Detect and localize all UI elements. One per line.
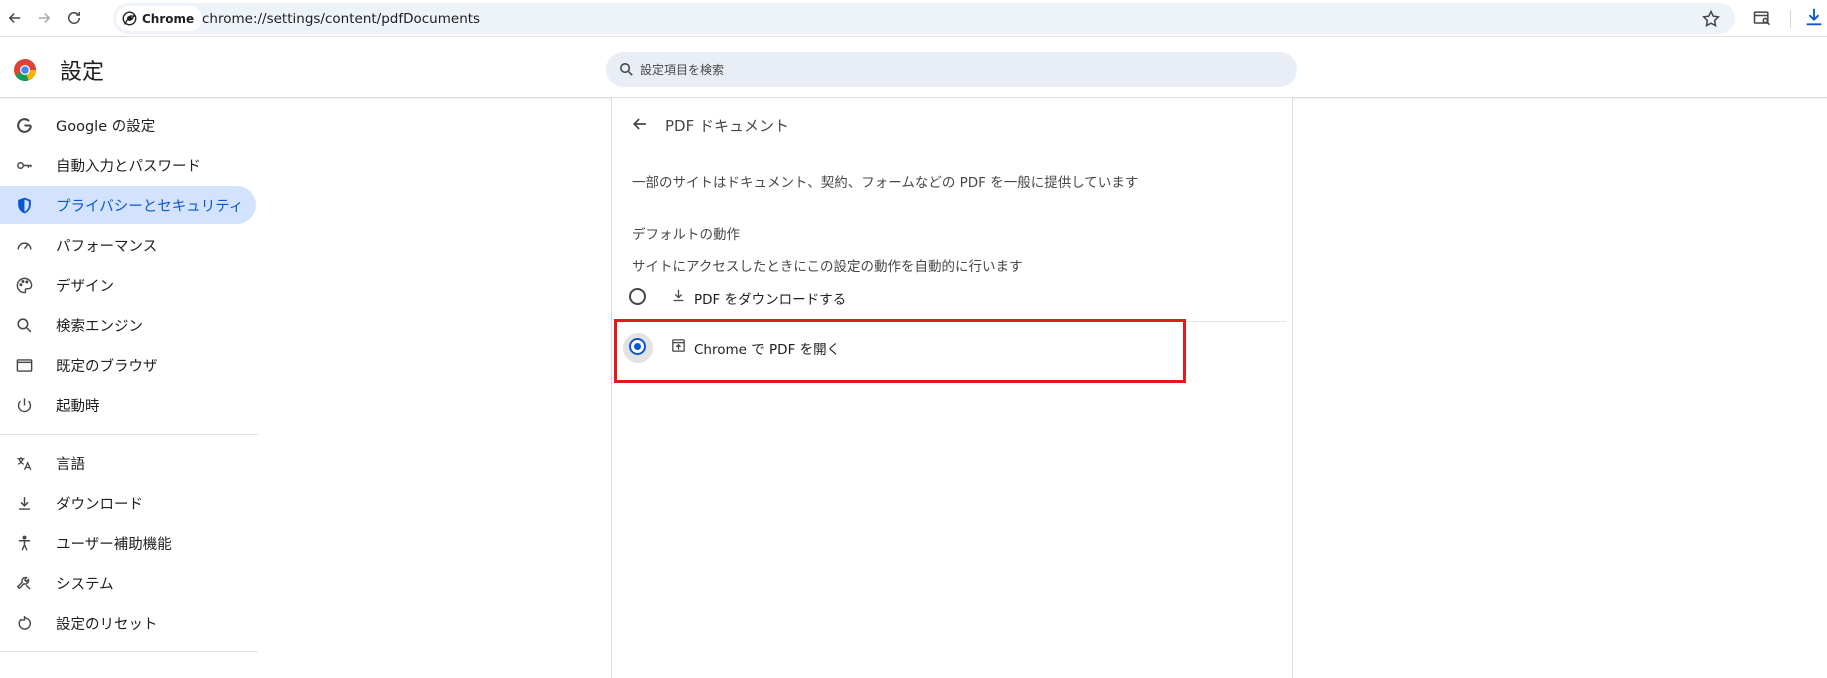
description-text: 一部のサイトはドキュメント、契約、フォームなどの PDF を一般に提供しています [632, 175, 1139, 191]
browser-toolbar: Chrome chrome://settings/content/pdfDocu… [0, 0, 1827, 37]
sidebar-item-accessibility[interactable]: ユーザー補助機能 [0, 524, 256, 562]
address-bar[interactable]: Chrome chrome://settings/content/pdfDocu… [113, 3, 1735, 34]
sidebar-item-label: 起動時 [56, 398, 100, 415]
shield-icon [15, 196, 34, 215]
sidebar-item-label: システム [56, 576, 114, 593]
option-label: PDF をダウンロードする [694, 292, 847, 308]
accessibility-icon [15, 534, 34, 553]
sidebar-item-label: 検索エンジン [56, 318, 143, 335]
sidebar-item-reset[interactable]: 設定のリセット [0, 604, 256, 642]
sidebar-item-label: ダウンロード [56, 496, 143, 513]
sidebar-item-label: 自動入力とパスワード [56, 158, 201, 175]
page-title: 設定 [60, 60, 105, 85]
key-icon [15, 156, 34, 175]
search-icon [620, 63, 633, 76]
sidebar-item-label: ユーザー補助機能 [56, 536, 172, 553]
url-text[interactable]: chrome://settings/content/pdfDocuments [202, 11, 480, 27]
reset-icon [15, 614, 34, 633]
option-download-pdf[interactable]: PDF をダウンロードする [612, 273, 1272, 321]
reload-icon[interactable] [63, 6, 85, 30]
speedometer-icon [15, 236, 34, 255]
settings-header: 設定 [0, 38, 1827, 98]
site-chip[interactable]: Chrome [116, 6, 203, 31]
download-icon [15, 494, 34, 513]
tab-search-icon[interactable] [1752, 8, 1772, 28]
sidebar-divider [0, 434, 258, 435]
chrome-logo-icon [14, 59, 36, 81]
sidebar-divider [0, 651, 258, 652]
sidebar-item-appearance[interactable]: デザイン [0, 266, 256, 304]
sidebar-item-label: Google の設定 [56, 118, 156, 135]
option-label: Chrome で PDF を開く [694, 342, 841, 358]
translate-icon [15, 454, 34, 473]
google-icon [15, 116, 34, 135]
sidebar-item-label: 既定のブラウザ [56, 358, 158, 375]
sidebar-item-languages[interactable]: 言語 [0, 444, 256, 482]
option-divider [630, 321, 1286, 322]
sidebar-item-label: デザイン [56, 278, 114, 295]
sidebar-item-performance[interactable]: パフォーマンス [0, 226, 256, 264]
search-input[interactable] [640, 52, 1280, 87]
sidebar-item-search-engine[interactable]: 検索エンジン [0, 306, 256, 344]
power-icon [15, 396, 34, 415]
back-arrow-icon[interactable] [4, 6, 26, 30]
palette-icon [15, 276, 34, 295]
pdf-documents-card: PDF ドキュメント 一部のサイトはドキュメント、契約、フォームなどの PDF … [611, 98, 1293, 678]
sidebar-item-label: パフォーマンス [56, 238, 158, 255]
sidebar-item-privacy[interactable]: プライバシーとセキュリティ [0, 186, 256, 224]
sidebar-item-system[interactable]: システム [0, 564, 256, 602]
wrench-icon [15, 574, 34, 593]
section-subtitle: サイトにアクセスしたときにこの設定の動作を自動的に行います [632, 259, 1023, 275]
chrome-icon [122, 11, 137, 26]
sidebar-item-default-browser[interactable]: 既定のブラウザ [0, 346, 256, 384]
sidebar-item-downloads[interactable]: ダウンロード [0, 484, 256, 522]
option-open-in-chrome[interactable]: Chrome で PDF を開く [612, 323, 1272, 371]
sidebar-item-label: 設定のリセット [56, 616, 158, 633]
sidebar-item-label: プライバシーとセキュリティ [56, 198, 244, 215]
subpage-title: PDF ドキュメント [665, 117, 789, 135]
sidebar-item-on-startup[interactable]: 起動時 [0, 386, 256, 424]
back-arrow-icon[interactable] [630, 114, 650, 134]
site-chip-label: Chrome [142, 11, 195, 26]
forward-arrow-icon[interactable] [33, 6, 55, 30]
sidebar-item-google[interactable]: Google の設定 [0, 106, 256, 144]
search-icon [15, 316, 34, 335]
sidebar-item-autofill[interactable]: 自動入力とパスワード [0, 146, 256, 184]
toolbar-divider [1790, 10, 1791, 28]
radio-download-pdf[interactable] [629, 288, 646, 305]
sidebar-item-label: 言語 [56, 456, 85, 473]
section-title: デフォルトの動作 [632, 227, 740, 243]
bookmark-star-icon[interactable] [1701, 9, 1721, 29]
download-icon[interactable] [1803, 6, 1825, 30]
radio-open-in-chrome[interactable] [629, 338, 646, 355]
settings-search[interactable] [606, 52, 1297, 87]
open-in-new-icon [670, 337, 687, 354]
download-icon [670, 287, 687, 304]
browser-window-icon [15, 356, 34, 375]
